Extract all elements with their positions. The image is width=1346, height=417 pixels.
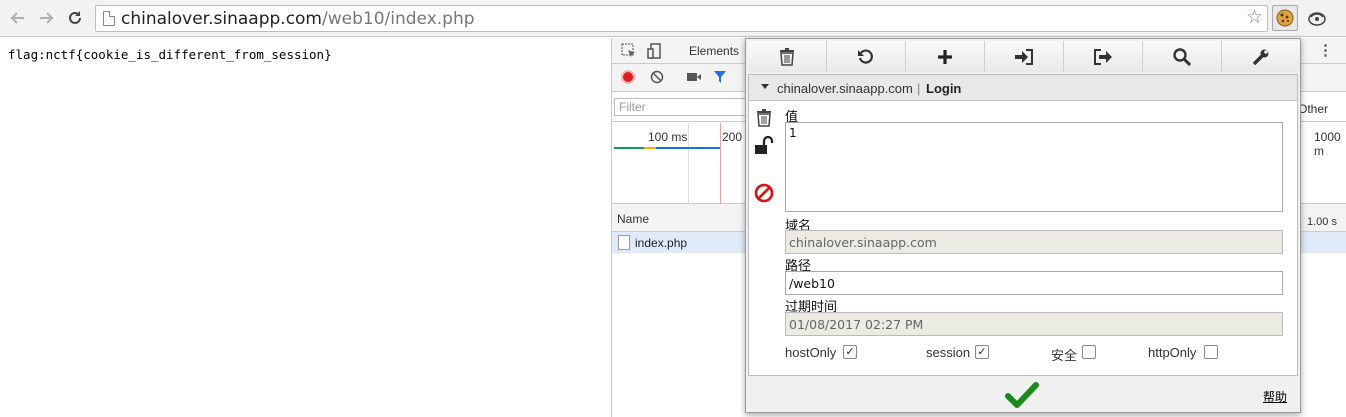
page-content: flag:nctf{cookie_is_different_from_sessi… (0, 38, 611, 417)
url-host: chinalover.sinaapp.com (121, 9, 322, 29)
cookie-extension-button[interactable] (1272, 5, 1298, 31)
back-arrow-icon (10, 12, 24, 24)
timeline-gridline (688, 123, 689, 204)
add-cookie-button[interactable] (906, 41, 985, 72)
wrench-icon (1252, 49, 1269, 65)
import-button[interactable] (985, 41, 1064, 72)
block-cookie-button[interactable] (753, 182, 775, 204)
hostonly-checkbox[interactable] (843, 345, 857, 359)
value-textarea[interactable]: 1 (785, 122, 1283, 212)
options-button[interactable] (1222, 41, 1300, 72)
forward-button[interactable] (36, 8, 56, 28)
export-icon (1094, 48, 1112, 65)
trash-icon (780, 47, 794, 66)
httponly-checkbox[interactable] (1204, 345, 1218, 359)
hostonly-label: hostOnly (785, 345, 837, 360)
timeline-load-marker (720, 123, 721, 204)
extension-icon (1308, 12, 1326, 26)
reload-button[interactable] (65, 8, 85, 28)
block-icon (754, 183, 774, 203)
filter-icon[interactable] (713, 70, 727, 84)
domain-field[interactable] (785, 230, 1283, 254)
expiry-field[interactable] (785, 312, 1283, 336)
inspect-element-icon[interactable] (621, 43, 637, 59)
page-icon (103, 11, 115, 26)
document-icon (618, 235, 630, 250)
import-icon (1015, 48, 1033, 65)
forward-arrow-icon (40, 12, 54, 24)
cookie-domain: chinalover.sinaapp.com (777, 81, 913, 96)
cookie-row-header[interactable]: chinalover.sinaapp.com | Login (749, 75, 1297, 101)
save-checkmark-icon[interactable] (1005, 381, 1039, 409)
timeline-bar-blue (656, 147, 720, 149)
request-name[interactable]: index.php (635, 236, 687, 250)
cookie-icon (1276, 9, 1294, 27)
collapse-caret-icon[interactable] (761, 84, 769, 89)
record-button[interactable] (621, 70, 635, 84)
timeline-tick: 1000 m (1314, 130, 1341, 158)
camera-icon[interactable] (686, 71, 702, 83)
search-button[interactable] (1143, 41, 1222, 72)
secure-checkbox[interactable] (1082, 345, 1096, 359)
url-path: /web10/index.php (322, 9, 475, 29)
column-waterfall-tick: 1.00 s (1307, 216, 1337, 228)
trash-icon (757, 109, 771, 127)
session-label: session (926, 345, 971, 360)
help-link[interactable]: 帮助 (1263, 388, 1287, 405)
extension-button[interactable] (1306, 7, 1328, 29)
browser-window: chinalover.sinaapp.com/web10/index.php ☆… (0, 0, 1346, 417)
url-text: chinalover.sinaapp.com/web10/index.php (121, 9, 475, 29)
clear-icon[interactable] (650, 70, 664, 84)
back-button[interactable] (8, 8, 28, 28)
type-filter-other[interactable]: Other (1298, 102, 1328, 116)
export-button[interactable] (1064, 41, 1143, 72)
cookie-editor-toolbar (748, 41, 1300, 72)
cookie-name: Login (926, 81, 962, 96)
httponly-label: httpOnly (1148, 345, 1197, 360)
session-checkbox[interactable] (975, 345, 989, 359)
browser-toolbar: chinalover.sinaapp.com/web10/index.php ☆ (0, 0, 1346, 37)
delete-cookie-button[interactable] (753, 107, 775, 129)
flag-text: flag:nctf{cookie_is_different_from_sessi… (8, 47, 332, 62)
delete-all-button[interactable] (748, 41, 827, 72)
refresh-button[interactable] (827, 41, 906, 72)
unlocked-padlock-icon (755, 136, 774, 154)
cookie-separator: | (917, 81, 921, 96)
path-field[interactable] (785, 271, 1283, 295)
column-name[interactable]: Name (617, 212, 649, 226)
timeline-bar-orange (644, 147, 656, 149)
bookmark-star-icon[interactable]: ☆ (1246, 8, 1263, 28)
address-bar[interactable]: chinalover.sinaapp.com/web10/index.php ☆ (95, 5, 1268, 32)
protect-cookie-button[interactable] (753, 135, 775, 157)
secure-label: 安全 (1051, 348, 1078, 363)
cookie-editor-popup: chinalover.sinaapp.com | Login 值 1 域名 路径… (745, 38, 1301, 413)
add-icon (938, 49, 952, 64)
refresh-icon (858, 48, 873, 64)
timeline-bar-green (614, 147, 644, 149)
filter-input[interactable]: Filter (614, 98, 754, 116)
tab-elements[interactable]: Elements (689, 44, 739, 58)
cookie-editor-footer: 帮助 (746, 377, 1300, 412)
more-options-icon[interactable]: ⋮ (1318, 41, 1333, 59)
search-icon (1173, 47, 1191, 66)
reload-icon (69, 11, 81, 24)
device-mode-icon[interactable] (647, 43, 663, 59)
timeline-tick: 100 ms (648, 130, 688, 144)
cookie-details: chinalover.sinaapp.com | Login 值 1 域名 路径… (748, 74, 1298, 376)
